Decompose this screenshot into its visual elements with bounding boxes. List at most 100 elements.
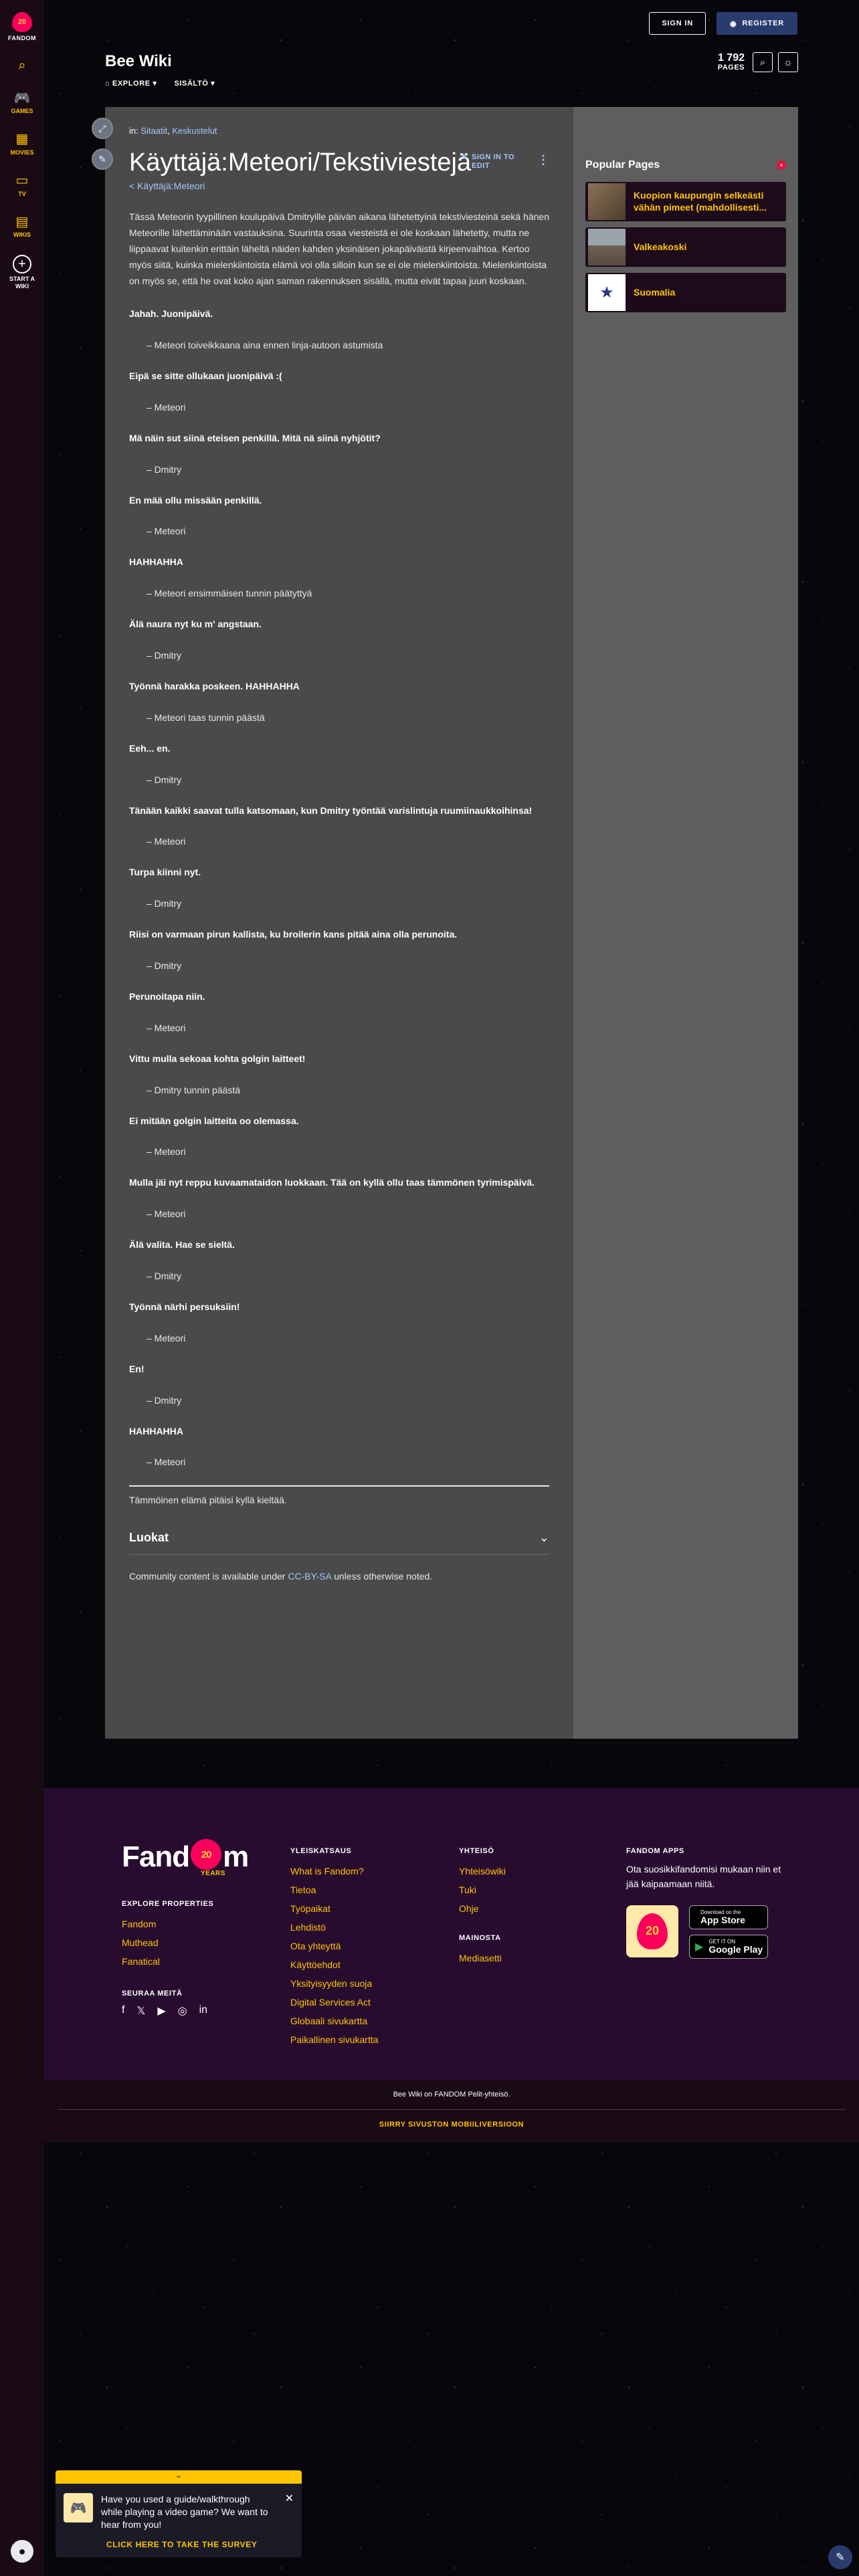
parent-page-link[interactable]: < Käyttäjä:Meteori xyxy=(129,181,549,191)
linkedin-icon[interactable]: in xyxy=(199,2004,207,2018)
quote-line: HAHHAHHA xyxy=(129,1425,183,1436)
feedback-icon[interactable]: ✎ xyxy=(828,2545,852,2569)
popular-page-card[interactable]: Kuopion kaupungin selkeästi vähän pimeet… xyxy=(585,182,786,221)
footer-link[interactable]: Yhteisöwiki xyxy=(459,1862,593,1881)
rail-start-wiki[interactable]: + START A WIKI xyxy=(0,255,44,290)
footer-link[interactable]: Fandom xyxy=(122,1915,276,1933)
close-icon[interactable]: ✕ xyxy=(285,2492,294,2505)
right-rail: Popular Pages × Kuopion kaupungin selkeä… xyxy=(573,107,798,1739)
footer-link[interactable]: Ohje xyxy=(459,1899,593,1918)
global-nav-rail: 20 FANDOM ⌕ 🎮 GAMES ▦ MOVIES ▭ TV ▤ WIKI… xyxy=(0,0,44,2576)
gamepad-icon: 🎮 xyxy=(13,90,31,106)
more-options-icon[interactable]: ⋮ xyxy=(537,153,549,167)
footer-link[interactable]: Digital Services Act xyxy=(290,1993,438,2012)
chevron-down-icon: ⌄ xyxy=(539,1531,549,1545)
article-body: in: Sitaatit, Keskustelut Käyttäjä:Meteo… xyxy=(129,126,549,1582)
wikis-icon: ▤ xyxy=(15,214,29,229)
quote-attribution: – Dmitry xyxy=(147,774,182,785)
youtube-icon[interactable]: ▶ xyxy=(157,2004,165,2018)
facebook-icon[interactable]: f xyxy=(122,2004,124,2018)
closing-line: Tämmöinen elämä pitäisi kyllä kieltää. xyxy=(129,1495,287,1506)
page-thumbnail xyxy=(588,229,626,265)
popular-pages-list: Kuopion kaupungin selkeästi vähän pimeet… xyxy=(585,182,786,312)
rail-wikis[interactable]: ▤ WIKIS xyxy=(0,213,44,239)
footer-link[interactable]: Ota yhteyttä xyxy=(290,1937,438,1955)
footer-link[interactable]: Fanatical xyxy=(122,1952,276,1971)
user-avatar-icon[interactable]: ● xyxy=(11,2540,33,2563)
page-thumbnail xyxy=(588,183,626,220)
rail-wikis-label: WIKIS xyxy=(13,231,31,239)
popular-page-card[interactable]: ★ Suomalia xyxy=(585,273,786,312)
sign-in-button[interactable]: SIGN IN xyxy=(649,12,706,35)
quote-attribution: – Meteori ensimmäisen tunnin päätyttyä xyxy=(147,588,312,599)
quote-attribution: – Meteori xyxy=(147,836,186,847)
page-title: Käyttäjä:Meteori/Tekstiviestejä xyxy=(129,148,472,177)
theme-toggle-icon[interactable]: ☼ xyxy=(778,52,798,72)
instagram-icon[interactable]: ◎ xyxy=(178,2004,187,2018)
collapse-chevron-icon[interactable]: ⌄ xyxy=(170,2470,187,2484)
google-play-icon: ▶ xyxy=(695,1941,704,1953)
divider xyxy=(58,2109,846,2110)
rail-tv[interactable]: ▭ TV xyxy=(0,173,44,198)
footer-link[interactable]: What is Fandom? xyxy=(290,1862,438,1881)
quote-line: Työnnä harakka poskeen. HAHHAHHA xyxy=(129,681,300,691)
quote-attribution: – Meteori taas tunnin päästä xyxy=(147,712,265,723)
footer-link[interactable]: Mediasetti xyxy=(459,1949,593,1967)
footer-link[interactable]: Muthead xyxy=(122,1933,276,1952)
pages-count: 1 792 PAGES xyxy=(717,51,745,72)
footer-link[interactable]: Yksityisyyden suoja xyxy=(290,1974,438,1993)
nav-explore[interactable]: ⌂ EXPLORE ▾ xyxy=(105,79,157,88)
wiki-name[interactable]: Bee Wiki xyxy=(105,52,798,71)
wiki-tools: 1 792 PAGES ⌕ ☼ xyxy=(718,52,798,72)
footer-link[interactable]: Lehdistö xyxy=(290,1918,438,1937)
quote-line: Mä näin sut siinä eteisen penkillä. Mitä… xyxy=(129,432,381,443)
mobile-site-link[interactable]: SIIRRY SIVUSTON MOBIILIVERSIOON xyxy=(44,2121,859,2129)
rail-movies[interactable]: ▦ MOVIES xyxy=(0,131,44,156)
quote-attribution: – Meteori xyxy=(147,1457,186,1468)
category-link-sitaatit[interactable]: Sitaatit xyxy=(140,126,167,136)
nav-content[interactable]: SISÄLTÖ ▾ xyxy=(174,79,215,88)
category-link-keskustelut[interactable]: Keskustelut xyxy=(172,126,217,136)
app-store-button[interactable]: Download on the App Store xyxy=(689,1905,768,1929)
rail-games[interactable]: 🎮 GAMES xyxy=(0,90,44,115)
quote-attribution: – Meteori xyxy=(147,1146,186,1158)
footer-link[interactable]: Paikallinen sivukartta xyxy=(290,2030,438,2049)
footer-link[interactable]: Globaali sivukartta xyxy=(290,2012,438,2030)
footer-community: YHTEISÖ Yhteisöwiki Tuki Ohje MAINOSTA Med… xyxy=(459,1847,593,1967)
footer-link[interactable]: Työpaikat xyxy=(290,1899,438,1918)
pencil-icon: ✎ xyxy=(461,153,468,161)
fullscreen-icon[interactable]: ⤢ xyxy=(92,118,113,139)
fandom-flame-icon: 20 xyxy=(12,12,32,32)
fandom-logo-label: FANDOM xyxy=(8,35,36,41)
rail-search[interactable]: ⌕ xyxy=(0,58,44,74)
explore-links: Fandom Muthead Fanatical xyxy=(122,1915,276,1971)
close-icon[interactable]: × xyxy=(777,160,786,170)
google-play-button[interactable]: ▶ GET IT ON Google Play xyxy=(689,1934,768,1959)
twitter-icon[interactable]: 𝕏 xyxy=(136,2004,145,2018)
quote-line: Älä valita. Hae se sieltä. xyxy=(129,1239,235,1251)
survey-text: Have you used a guide/walkthrough while … xyxy=(101,2494,268,2530)
register-button[interactable]: ◉ REGISTER xyxy=(716,12,797,35)
survey-cta-link[interactable]: CLICK HERE TO TAKE THE SURVEY xyxy=(106,2540,257,2549)
title-row: Käyttäjä:Meteori/Tekstiviestejä ✎ SIGN I… xyxy=(129,148,549,178)
rail-start-label: START A WIKI xyxy=(9,276,35,290)
categories-section[interactable]: Luokat ⌄ xyxy=(129,1531,549,1555)
categories-heading: Luokat xyxy=(129,1531,169,1545)
edit-pencil-icon[interactable]: ✎ xyxy=(92,148,113,170)
quote-line: En! xyxy=(129,1363,145,1374)
footer-brand: Fand 20 m YEARS EXPLORE PROPERTIES Fandom M… xyxy=(122,1839,276,2018)
footer-link[interactable]: Tuki xyxy=(459,1881,593,1899)
search-icon[interactable]: ⌕ xyxy=(753,52,773,72)
sign-in-to-edit-link[interactable]: ✎ SIGN IN TO EDIT xyxy=(461,153,518,171)
fandom-footer-logo[interactable]: Fand 20 m xyxy=(122,1839,276,1874)
rail-movies-label: MOVIES xyxy=(10,148,34,156)
fandom-logo[interactable]: 20 FANDOM xyxy=(8,12,36,41)
survey-popup: ⌄ 🎮 Have you used a guide/walkthrough wh… xyxy=(56,2470,302,2557)
popular-page-card[interactable]: Valkeakoski xyxy=(585,227,786,267)
footer-link[interactable]: Käyttöehdot xyxy=(290,1955,438,1974)
page-thumbnail: ★ xyxy=(588,274,626,311)
license-link[interactable]: CC-BY-SA xyxy=(288,1571,331,1582)
plus-icon: + xyxy=(13,255,31,274)
fandom-app-icon[interactable]: 20 xyxy=(626,1905,678,1957)
footer-link[interactable]: Tietoa xyxy=(290,1881,438,1899)
